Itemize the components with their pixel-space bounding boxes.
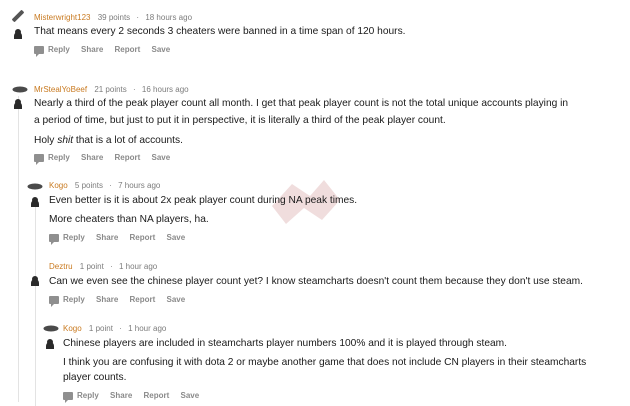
avatar-icon [43,325,59,332]
comment-body-line: Nearly a third of the peak player count … [34,98,569,109]
points: 1 point [88,324,113,333]
upvote-icon[interactable] [29,196,41,208]
reply-button[interactable]: Reply [34,45,70,57]
separator: · [109,181,112,190]
save-button[interactable]: Save [152,153,171,163]
share-button[interactable]: Share [110,391,132,401]
reply-icon [49,295,59,307]
comment-body-line: Holy shit that is a lot of accounts. [34,134,183,148]
separator: · [136,13,140,22]
comment-body-line: I think you are confusing it with dota 2… [63,357,587,368]
share-button[interactable]: Share [81,45,103,55]
pencil-icon [11,9,25,23]
timestamp: 7 hours ago [118,181,161,190]
report-button[interactable]: Report [144,391,170,401]
timestamp: 1 hour ago [128,324,167,333]
reply-icon [34,153,44,165]
comment-meta: Deztru 1 point · 1 hour ago [49,262,157,272]
body-emphasis: shit [57,135,74,146]
separator: · [119,324,122,333]
comment-meta: MrStealYoBeef 21 points · 16 hours ago [34,85,189,95]
comment-body: That means every 2 seconds 3 cheaters we… [34,26,406,37]
comment-meta: Kogo 1 point · 1 hour ago [63,324,166,334]
reply-button[interactable]: Reply [34,153,70,165]
report-button[interactable]: Report [115,45,141,55]
avatar-icon [12,86,28,93]
reply-icon [34,45,44,57]
share-button[interactable]: Share [81,153,103,163]
comment-actions: Reply Share Report Save [49,233,194,245]
share-button[interactable]: Share [96,295,118,305]
reply-icon [63,391,73,403]
save-button[interactable]: Save [181,391,200,401]
report-button[interactable]: Report [115,153,141,163]
comment-body-line: player counts. [63,372,127,383]
report-button[interactable]: Report [130,295,156,305]
reply-button[interactable]: Reply [49,233,85,245]
comment-body-line: Chinese players are included in steamcha… [63,338,507,349]
comment-body-line: More cheaters than NA players, ha. [49,214,209,225]
comment-body-line: a period of time, but just to put it in … [34,115,446,126]
points: 1 point [79,262,104,271]
comment-actions: Reply Share Report Save [49,295,194,307]
comment-actions: Reply Share Report Save [63,391,208,403]
points: 21 points [94,85,127,94]
share-button[interactable]: Share [96,233,118,243]
comment-meta: Misterwright123 39 points · 18 hours ago [34,13,192,23]
upvote-icon[interactable] [12,28,24,40]
upvote-icon[interactable] [44,338,56,350]
save-button[interactable]: Save [152,45,171,55]
comment-body-line: Even better is it is about 2x peak playe… [49,195,358,206]
timestamp: 1 hour ago [118,262,158,271]
reply-button[interactable]: Reply [63,391,99,403]
reply-button[interactable]: Reply [49,295,85,307]
body-text: that is a lot of accounts. [73,135,183,146]
username-link[interactable]: Kogo [49,181,68,190]
thread-line [18,96,19,402]
upvote-icon[interactable] [29,275,41,287]
username-link[interactable]: Kogo [63,324,82,333]
username-link[interactable]: Deztru [49,262,73,271]
timestamp: 18 hours ago [145,13,193,22]
points: 39 points [97,13,131,22]
separator: · [110,262,113,271]
thread-line [35,278,36,406]
body-text: Holy [34,135,58,146]
save-button[interactable]: Save [167,295,186,305]
separator: · [133,85,136,94]
report-button[interactable]: Report [130,233,156,243]
save-button[interactable]: Save [167,233,186,243]
username-link[interactable]: Misterwright123 [34,13,90,22]
timestamp: 16 hours ago [141,85,189,94]
comment-body: Can we even see the chinese player count… [49,276,583,287]
reply-icon [49,233,59,245]
username-link[interactable]: MrStealYoBeef [34,85,87,94]
upvote-icon[interactable] [12,98,24,110]
comment-actions: Reply Share Report Save [34,153,179,165]
comment-meta: Kogo 5 points · 7 hours ago [49,181,160,191]
comment-actions: Reply Share Report Save [34,45,179,57]
points: 5 points [74,181,103,190]
avatar-icon [27,183,43,190]
